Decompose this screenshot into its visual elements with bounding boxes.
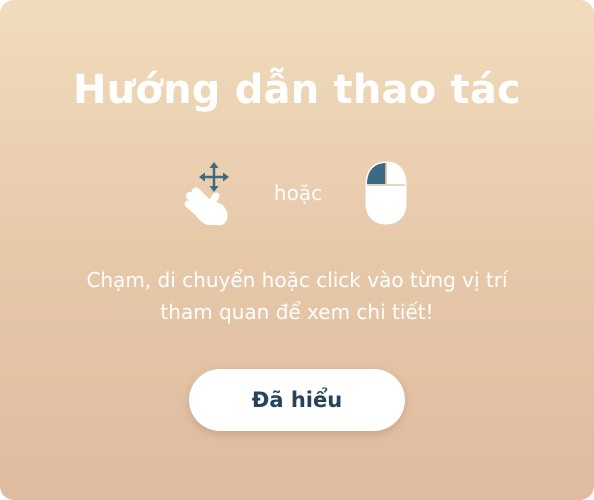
- mouse-left-click-icon: [362, 160, 410, 226]
- instruction-line-1: Chạm, di chuyển hoặc click vào từng vị t…: [86, 268, 508, 292]
- instruction-text: Chạm, di chuyển hoặc click vào từng vị t…: [40, 264, 554, 328]
- dialog-title: Hướng dẫn thao tác: [73, 67, 521, 113]
- confirm-button[interactable]: Đã hiểu: [189, 369, 405, 431]
- instruction-line-2: tham quan để xem chi tiết!: [160, 300, 434, 324]
- guide-dialog: Hướng dẫn thao tác hoặc Chạm, di chuyển …: [0, 0, 594, 500]
- hand-drag-icon: [182, 162, 238, 226]
- input-methods-row: hoặc: [0, 160, 594, 230]
- or-label: hoặc: [273, 181, 323, 205]
